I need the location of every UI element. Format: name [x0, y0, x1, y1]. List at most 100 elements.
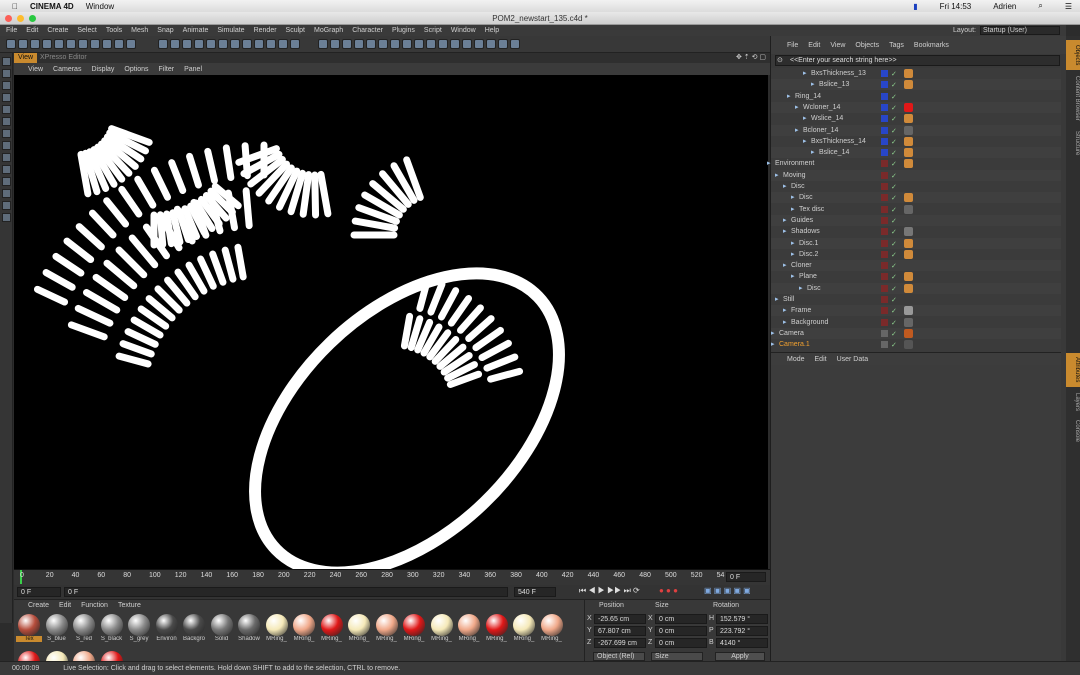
object-name[interactable]: Bslice_13: [819, 79, 849, 90]
playback-buttons[interactable]: ⏮ ◀ ▶ ▶▶ ⏭ ⟳: [579, 586, 640, 596]
tree-row[interactable]: ▸ Moving ✓: [771, 169, 1061, 181]
tree-row[interactable]: ▸ Disc ✓: [771, 282, 1061, 294]
material-menu-function[interactable]: Function: [81, 602, 108, 609]
toolbar-tool-icon[interactable]: [90, 39, 100, 49]
position-field[interactable]: -25.65 cm: [594, 614, 646, 624]
object-name[interactable]: Bslice_14: [819, 147, 849, 158]
object-name[interactable]: Disc: [791, 181, 805, 192]
object-name[interactable]: Tex disc: [799, 204, 824, 215]
layer-color-swatch[interactable]: [881, 137, 888, 145]
side-tab-structure[interactable]: Structure: [1066, 128, 1080, 158]
object-name[interactable]: Camera: [779, 328, 804, 339]
toolbar-tool-icon[interactable]: [498, 39, 508, 49]
menu-window[interactable]: Window: [451, 27, 476, 34]
tree-row[interactable]: ▸ Guides ✓: [771, 214, 1061, 226]
tree-row[interactable]: ▸ Wslice_14 ✓: [771, 113, 1061, 124]
left-tool-icon[interactable]: [2, 189, 11, 198]
tree-row[interactable]: ▸ Ring_14 ✓: [771, 91, 1061, 102]
left-tool-icon[interactable]: [2, 57, 11, 66]
layer-color-swatch[interactable]: [881, 228, 888, 236]
menu-mesh[interactable]: Mesh: [131, 27, 148, 34]
spotlight-icon[interactable]: ⌕: [1038, 1, 1042, 11]
toolbar-tool-icon[interactable]: [462, 39, 472, 49]
material-swatch[interactable]: MRing_: [374, 613, 400, 646]
attr-menu-user-data[interactable]: User Data: [837, 356, 869, 363]
layer-color-swatch[interactable]: [881, 250, 888, 258]
toolbar-tool-icon[interactable]: [230, 39, 240, 49]
toolbar-tool-icon[interactable]: [486, 39, 496, 49]
user-name[interactable]: Adrien: [993, 2, 1016, 11]
toolbar-tool-icon[interactable]: [438, 39, 448, 49]
key-buttons[interactable]: ▣ ▣ ▣ ▣ ▣: [704, 586, 751, 595]
layer-color-swatch[interactable]: [881, 160, 888, 168]
toolbar-tool-icon[interactable]: [510, 39, 520, 49]
material-swatch[interactable]: S_red: [71, 613, 97, 646]
toolbar-tool-icon[interactable]: [170, 39, 180, 49]
layer-color-swatch[interactable]: [881, 183, 888, 190]
object-name[interactable]: Guides: [791, 215, 813, 226]
maximize-window-button[interactable]: [29, 15, 36, 22]
toolbar-tool-icon[interactable]: [450, 39, 460, 49]
layer-color-swatch[interactable]: [881, 70, 888, 77]
toolbar-tool-icon[interactable]: [366, 39, 376, 49]
viewport-menu-panel[interactable]: Panel: [184, 66, 202, 73]
toolbar-tool-icon[interactable]: [266, 39, 276, 49]
menu-mograph[interactable]: MoGraph: [314, 27, 343, 34]
object-name[interactable]: Disc.1: [799, 238, 818, 249]
apple-icon[interactable]: : [12, 2, 18, 11]
rotation-field[interactable]: 4140 °: [716, 638, 768, 648]
tree-row[interactable]: ▸ Bslice_14 ✓: [771, 147, 1061, 159]
viewport-menu-filter[interactable]: Filter: [159, 66, 175, 73]
viewport-menu-display[interactable]: Display: [91, 66, 114, 73]
tree-row[interactable]: ▸ Tex disc ✓: [771, 204, 1061, 215]
tree-row[interactable]: ▸ Background ✓: [771, 317, 1061, 328]
object-name[interactable]: Wcloner_14: [803, 102, 840, 113]
tag-icon[interactable]: [904, 238, 913, 248]
size-field[interactable]: 0 cm: [655, 614, 707, 624]
tag-icon[interactable]: [904, 317, 913, 327]
object-name[interactable]: BxsThickness_13: [811, 68, 866, 79]
side-tab-layers[interactable]: Layers: [1066, 390, 1080, 414]
layer-color-swatch[interactable]: [881, 92, 888, 100]
material-swatch[interactable]: MRing_: [401, 613, 427, 646]
material-swatch[interactable]: MRing_: [484, 613, 510, 646]
object-name[interactable]: Ring_14: [795, 91, 821, 102]
layer-color-swatch[interactable]: [881, 239, 888, 247]
timeline-end-field[interactable]: 0 F: [726, 572, 766, 582]
toolbar-tool-icon[interactable]: [218, 39, 228, 49]
toolbar-tool-icon[interactable]: [114, 39, 124, 49]
left-tool-icon[interactable]: [2, 213, 11, 222]
tree-row[interactable]: ▸ Bcloner_14 ✓: [771, 124, 1061, 136]
menu-simulate[interactable]: Simulate: [217, 27, 244, 34]
toolbar-tool-icon[interactable]: [254, 39, 264, 49]
menu-snap[interactable]: Snap: [157, 27, 173, 34]
tab-view[interactable]: View: [14, 53, 38, 63]
object-name[interactable]: Still: [783, 294, 794, 305]
material-swatch[interactable]: Tex: [16, 613, 42, 646]
object-name[interactable]: Environment: [775, 158, 814, 169]
object-name[interactable]: Frame: [791, 305, 811, 316]
tag-icon[interactable]: [904, 306, 913, 316]
viewport-menu-options[interactable]: Options: [124, 66, 148, 73]
toolbar-tool-icon[interactable]: [414, 39, 424, 49]
tree-row[interactable]: ▸ Bslice_13 ✓: [771, 79, 1061, 91]
flag-icon[interactable]: ▮: [913, 2, 917, 11]
mac-window-menu[interactable]: Window: [86, 2, 114, 11]
left-tool-icon[interactable]: [2, 81, 11, 90]
toolbar-tool-icon[interactable]: [182, 39, 192, 49]
tag-icon[interactable]: [904, 204, 913, 214]
menu-create[interactable]: Create: [47, 27, 68, 34]
layer-color-swatch[interactable]: [881, 341, 888, 349]
viewport-menu-view[interactable]: View: [28, 66, 43, 73]
tag-icon[interactable]: [904, 102, 913, 112]
toolbar-tool-icon[interactable]: [342, 39, 352, 49]
object-name[interactable]: Plane: [799, 271, 817, 282]
list-icon[interactable]: ☰: [1065, 2, 1072, 11]
tag-icon[interactable]: [904, 114, 913, 124]
attr-menu-edit[interactable]: Edit: [815, 356, 827, 363]
object-name[interactable]: Background: [791, 317, 828, 328]
object-name[interactable]: Wslice_14: [811, 113, 843, 124]
toolbar-tool-icon[interactable]: [242, 39, 252, 49]
position-field[interactable]: 67.807 cm: [594, 626, 646, 636]
object-name[interactable]: Camera.1: [779, 339, 810, 350]
